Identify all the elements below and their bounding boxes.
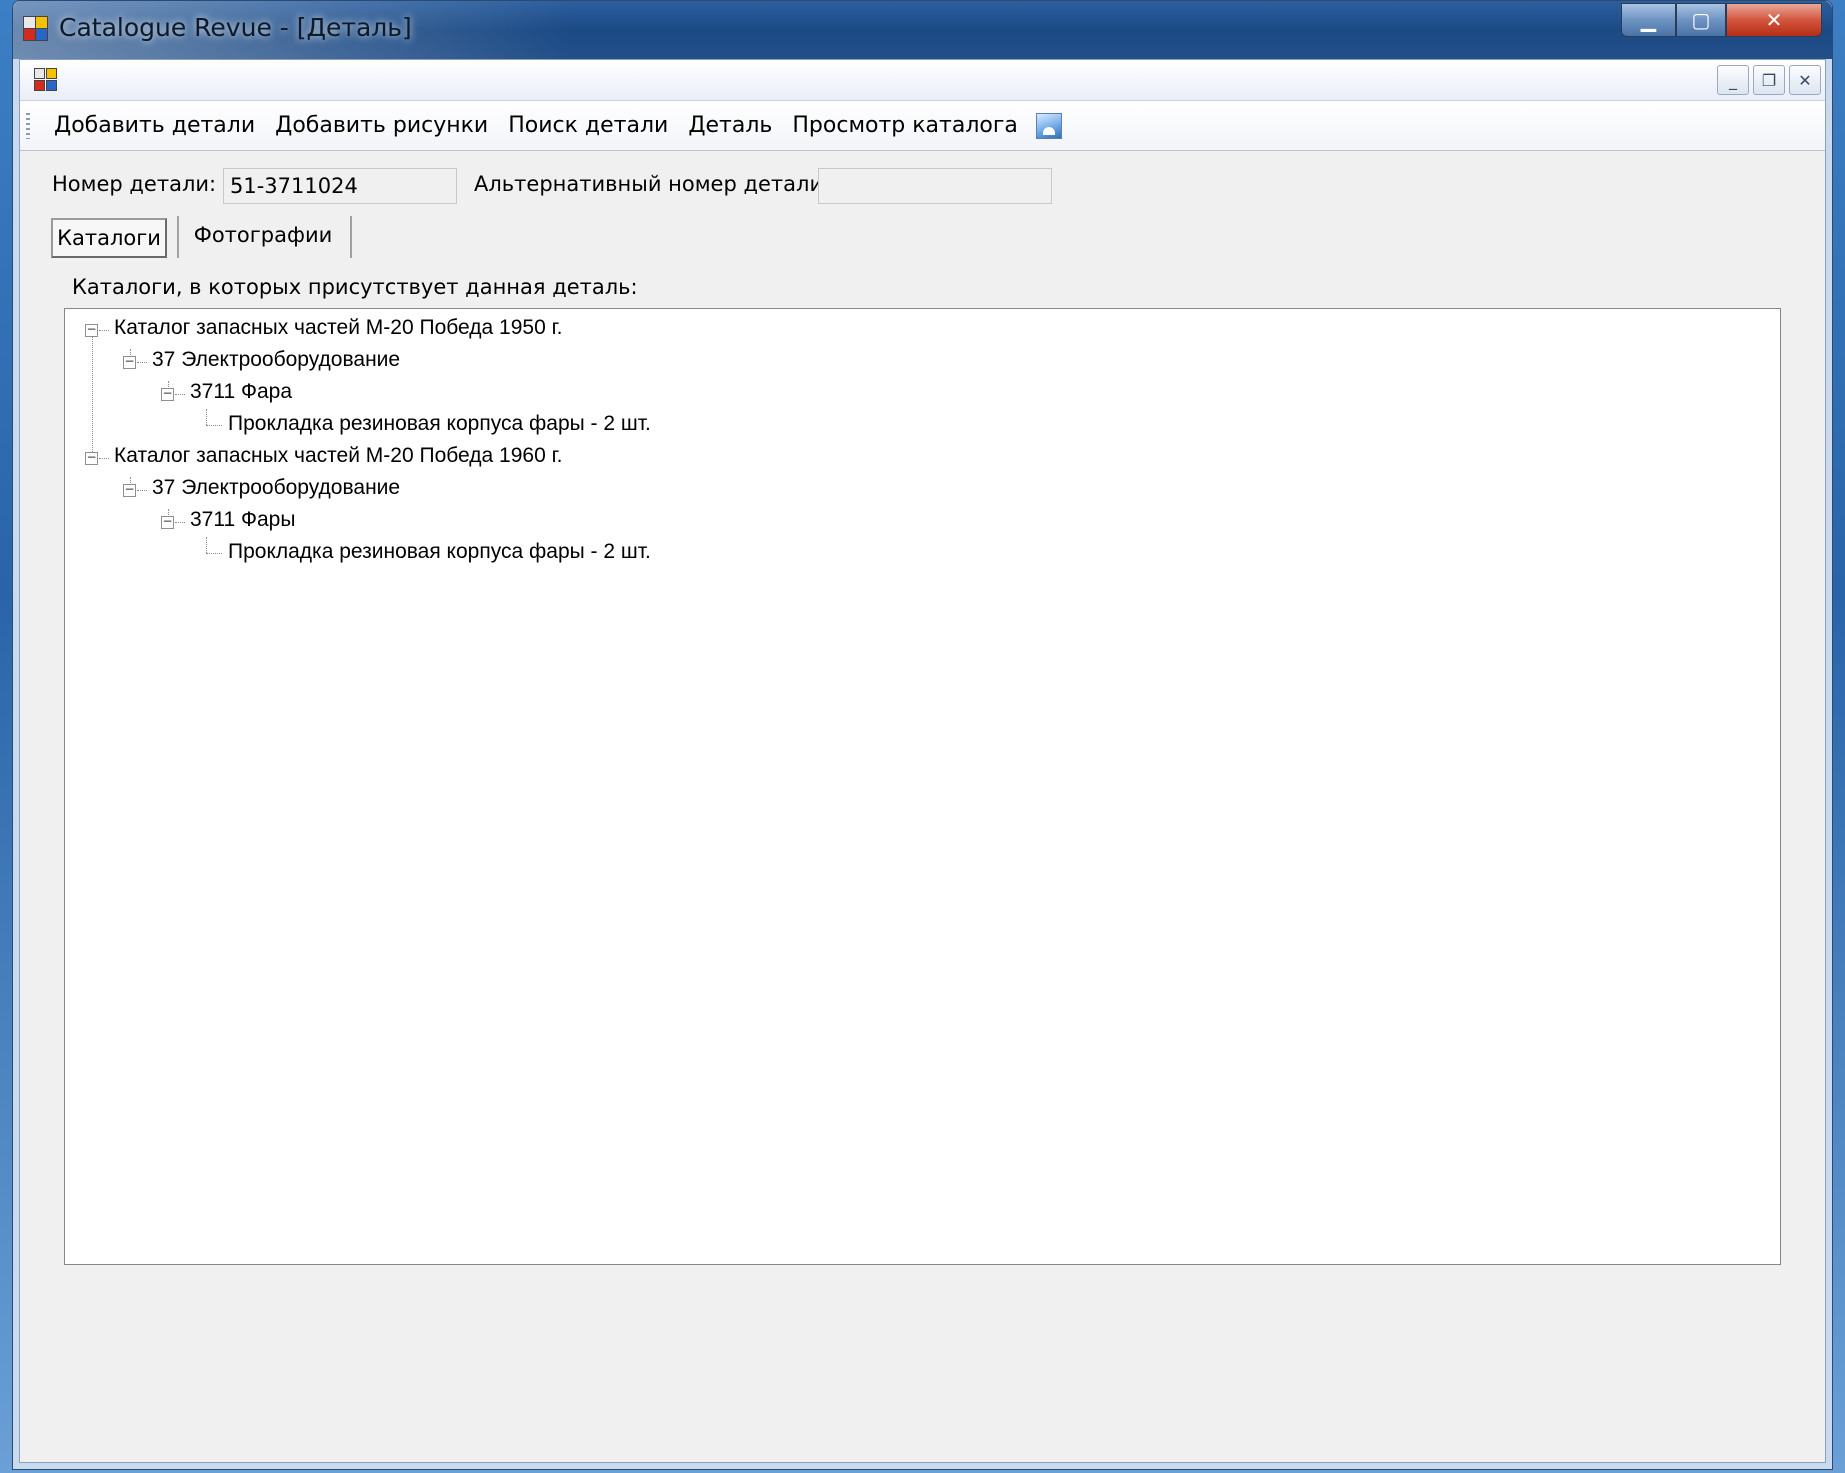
collapse-icon[interactable]: − — [161, 515, 174, 529]
mdi-bar: _ ❐ ✕ — [20, 60, 1825, 101]
mdi-child-icon[interactable] — [34, 68, 60, 94]
tree-node-subgroup[interactable]: 3711 Фары — [190, 506, 295, 534]
tree-node-part[interactable]: Прокладка резиновая корпуса фары - 2 шт. — [228, 410, 651, 438]
tree-connector — [206, 409, 207, 425]
tree-connector — [206, 425, 222, 426]
part-number-label: Номер детали: — [52, 172, 217, 196]
tree-connector — [99, 330, 109, 331]
tree-node-group[interactable]: 37 Электрооборудование — [152, 346, 400, 374]
tree-node-catalog[interactable]: Каталог запасных частей М-20 Победа 1950… — [114, 314, 563, 342]
tab-photos[interactable]: Фотографии — [185, 217, 341, 257]
menu-item-search-part[interactable]: Поиск детали — [498, 101, 678, 151]
menu-item-add-pictures[interactable]: Добавить рисунки — [265, 101, 498, 151]
collapse-icon[interactable]: − — [85, 451, 98, 465]
tree-node-part[interactable]: Прокладка резиновая корпуса фары - 2 шт. — [228, 538, 651, 566]
collapse-icon[interactable]: − — [161, 387, 174, 401]
tree-connector — [137, 362, 147, 363]
tab-separator — [177, 216, 179, 258]
tab-separator — [350, 216, 352, 258]
collapse-icon[interactable]: − — [123, 355, 136, 369]
alt-number-field[interactable] — [818, 168, 1052, 204]
tree-connector — [99, 458, 109, 459]
picture-icon[interactable] — [1035, 112, 1062, 139]
tree-connector — [137, 490, 147, 491]
mdi-close-button[interactable]: ✕ — [1789, 65, 1821, 95]
tab-catalogs[interactable]: Каталоги — [51, 218, 167, 258]
app-icon-square — [35, 28, 48, 41]
mdi-minimize-button[interactable]: _ — [1717, 65, 1749, 95]
close-icon: ✕ — [1798, 70, 1812, 90]
tree-caption: Каталоги, в которых присутствует данная … — [72, 275, 638, 299]
tree-node-group[interactable]: 37 Электрооборудование — [152, 474, 400, 502]
menu-bar: Добавить детали Добавить рисунки Поиск д… — [20, 101, 1825, 151]
collapse-icon[interactable]: − — [85, 323, 98, 337]
mdi-controls: _ ❐ ✕ — [1717, 65, 1821, 95]
title-bar[interactable]: Catalogue Revue - [Деталь] ▁ ▢ ✕ — [13, 1, 1832, 59]
tree-connector — [175, 522, 185, 523]
minimize-button[interactable]: ▁ — [1621, 3, 1676, 37]
catalog-tree[interactable]: − − − − − − Каталог запасных частей М-20… — [64, 308, 1781, 1265]
window-controls: ▁ ▢ ✕ — [1621, 3, 1822, 41]
restore-icon: ❐ — [1761, 70, 1777, 90]
minimize-icon: _ — [1729, 70, 1737, 90]
tree-connector — [92, 329, 93, 456]
mdi-restore-button[interactable]: ❐ — [1753, 65, 1785, 95]
maximize-button[interactable]: ▢ — [1676, 3, 1726, 37]
close-icon: ✕ — [1765, 8, 1783, 32]
menu-item-part[interactable]: Деталь — [678, 101, 782, 151]
minimize-icon: ▁ — [1640, 8, 1657, 32]
maximize-icon: ▢ — [1691, 8, 1711, 32]
toolstrip-grip[interactable] — [26, 113, 30, 139]
collapse-icon[interactable]: − — [123, 483, 136, 497]
menu-item-add-parts[interactable]: Добавить детали — [44, 101, 265, 151]
menu-item-view-catalog[interactable]: Просмотр каталога — [782, 101, 1028, 151]
client-area: _ ❐ ✕ Добавить детали Добавить рисунки П… — [19, 59, 1826, 1463]
alt-number-label: Альтернативный номер детали: — [474, 172, 831, 196]
tree-connector — [206, 553, 222, 554]
tree-connector — [175, 394, 185, 395]
part-number-field[interactable]: 51-3711024 — [223, 168, 457, 204]
app-window: Catalogue Revue - [Деталь] ▁ ▢ ✕ _ ❐ ✕ Д… — [12, 0, 1833, 1470]
window-title: Catalogue Revue - [Деталь] — [59, 13, 412, 42]
tree-connector — [206, 537, 207, 553]
close-button[interactable]: ✕ — [1726, 3, 1822, 37]
tree-node-subgroup[interactable]: 3711 Фара — [190, 378, 292, 406]
tree-node-catalog[interactable]: Каталог запасных частей М-20 Победа 1960… — [114, 442, 563, 470]
app-icon — [23, 16, 49, 42]
